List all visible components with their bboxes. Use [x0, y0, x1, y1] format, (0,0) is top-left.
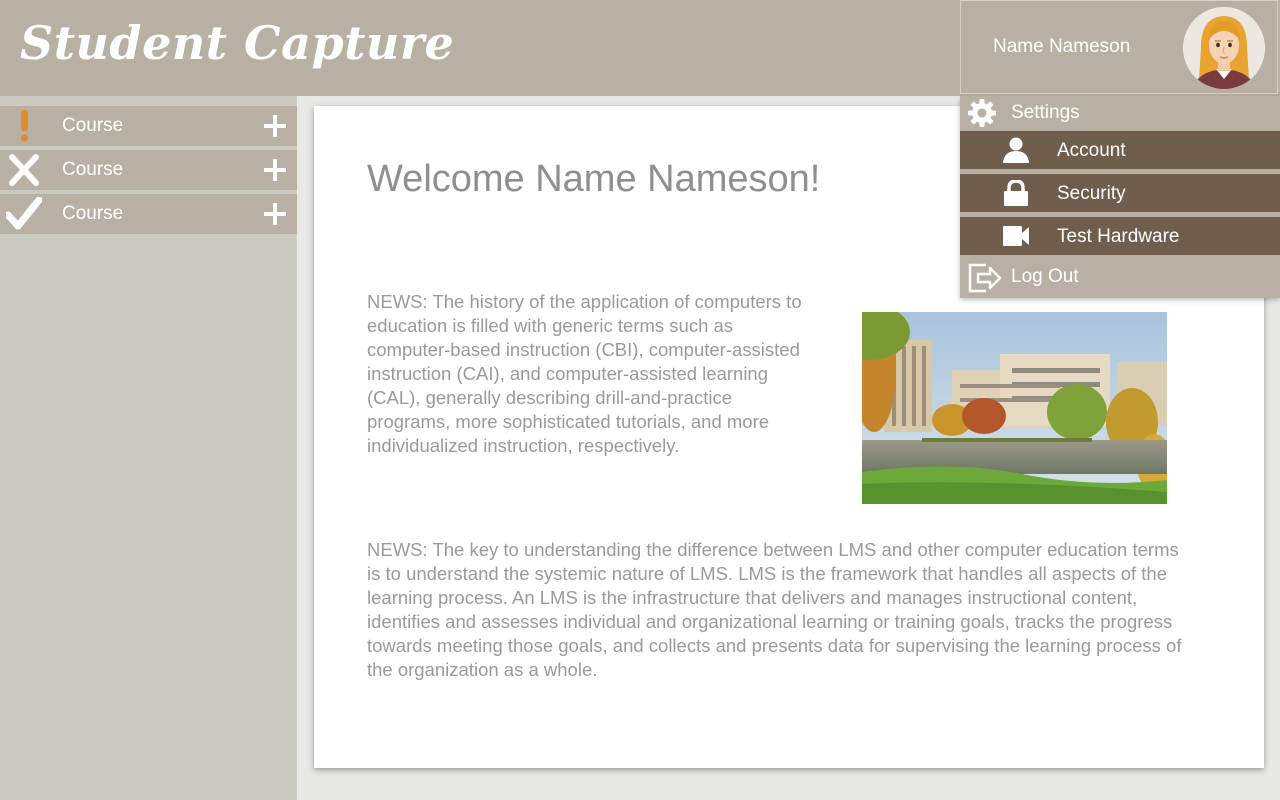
- menu-settings-label: Settings: [1011, 102, 1080, 123]
- settings-menu: Settings Account Security Test Hardware …: [960, 96, 1280, 298]
- gear-icon: [968, 99, 996, 127]
- menu-logout-label: Log Out: [1011, 266, 1079, 287]
- warning-icon: [21, 110, 28, 142]
- sidebar-course-3[interactable]: Course: [0, 194, 297, 234]
- app-logo[interactable]: Student Capture: [20, 16, 454, 70]
- user-profile-box[interactable]: Name Nameson: [960, 0, 1278, 94]
- sidebar-course-2[interactable]: Course: [0, 150, 297, 190]
- camera-icon: [1003, 226, 1029, 246]
- user-name: Name Nameson: [993, 36, 1131, 57]
- sidebar: Course Course Course: [0, 96, 297, 800]
- close-icon: [9, 154, 39, 186]
- menu-item-test-hardware[interactable]: Test Hardware: [960, 217, 1280, 255]
- course-label: Course: [62, 159, 124, 180]
- menu-item-label: Test Hardware: [1057, 226, 1180, 247]
- menu-item-label: Account: [1057, 140, 1126, 161]
- user-avatar[interactable]: [1183, 7, 1265, 89]
- course-label: Course: [62, 115, 124, 136]
- menu-logout[interactable]: Log Out: [960, 258, 1280, 296]
- plus-icon[interactable]: [263, 158, 287, 182]
- checkmark-icon: [6, 197, 42, 230]
- news-item-1: NEWS: The history of the application of …: [367, 291, 802, 456]
- menu-item-label: Security: [1057, 183, 1126, 204]
- campus-photo: [862, 312, 1167, 504]
- person-icon: [1003, 137, 1029, 163]
- menu-settings[interactable]: Settings: [960, 96, 1280, 130]
- menu-item-security[interactable]: Security: [960, 174, 1280, 212]
- plus-icon[interactable]: [263, 114, 287, 138]
- course-label: Course: [62, 203, 124, 224]
- menu-item-account[interactable]: Account: [960, 131, 1280, 169]
- welcome-heading: Welcome Name Nameson!: [367, 158, 821, 200]
- news-item-2: NEWS: The key to understanding the diffe…: [367, 539, 1182, 680]
- logout-icon: [968, 263, 1002, 293]
- plus-icon[interactable]: [263, 202, 287, 226]
- sidebar-course-1[interactable]: Course: [0, 106, 297, 146]
- lock-icon: [1004, 180, 1028, 206]
